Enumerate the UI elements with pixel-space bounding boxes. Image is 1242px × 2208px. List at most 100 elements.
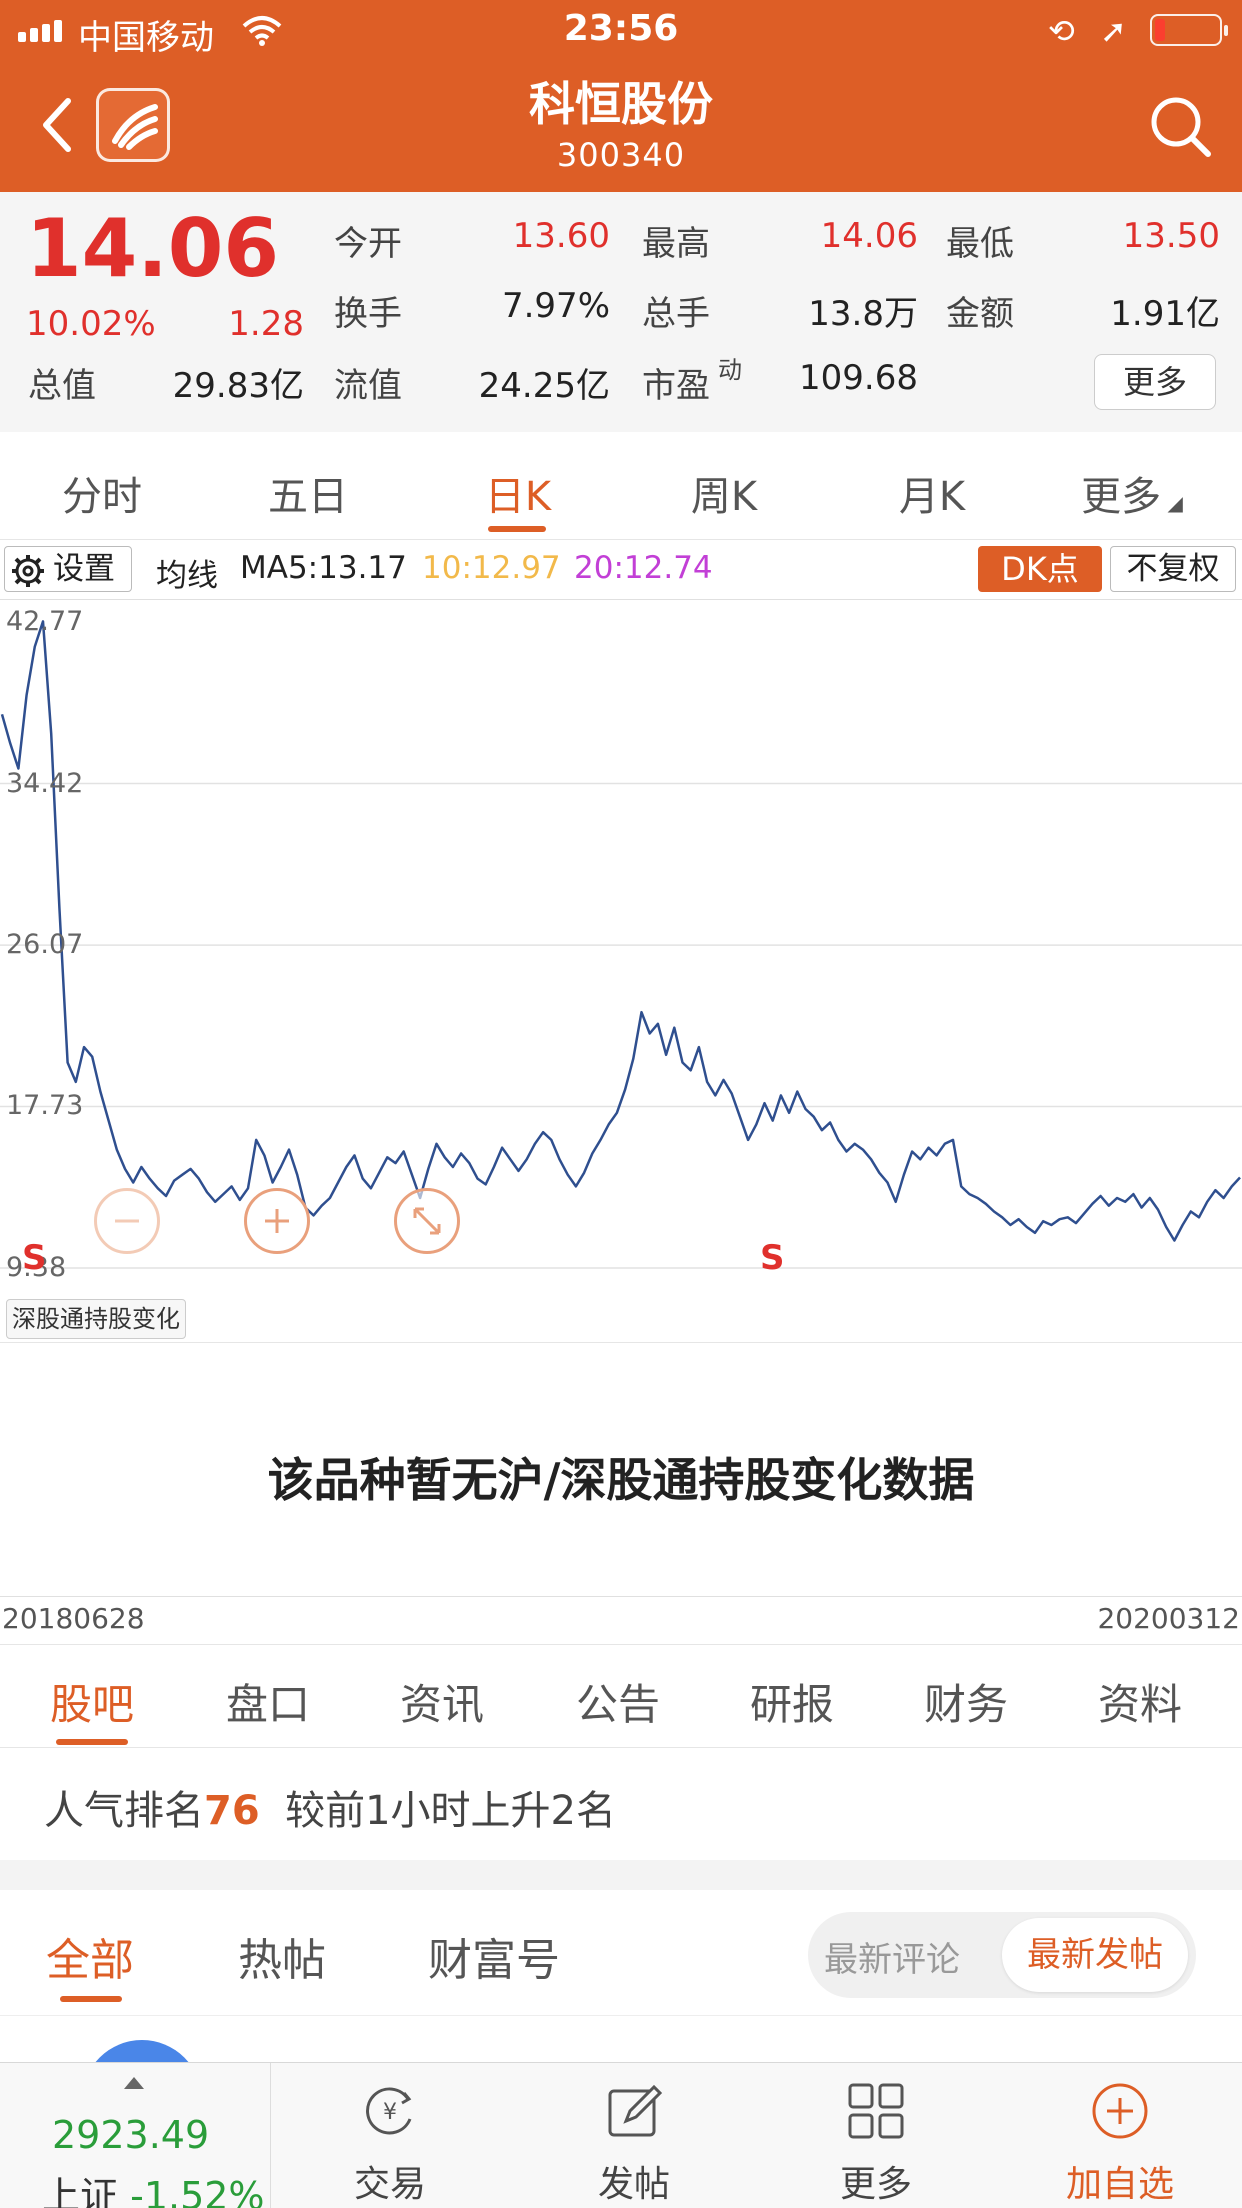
gear-icon bbox=[12, 555, 44, 587]
low-label: 最低 bbox=[946, 224, 1014, 264]
tab-announcements[interactable]: 公告 bbox=[576, 1671, 660, 1732]
post-button[interactable]: 发帖 bbox=[544, 2063, 724, 2208]
mktcap-label: 总值 bbox=[28, 366, 96, 406]
add-watchlist-label: 加自选 bbox=[1065, 2164, 1174, 2205]
tab-finance[interactable]: 财务 bbox=[924, 1671, 1008, 1732]
low-value: 13.50 bbox=[1122, 216, 1220, 256]
stock-code: 300340 bbox=[556, 136, 686, 174]
more-button[interactable]: 更多 bbox=[786, 2063, 966, 2208]
trade-button[interactable]: ¥ 交易 bbox=[300, 2063, 480, 2208]
tab-wealth-account[interactable]: 财富号 bbox=[428, 1924, 560, 1988]
ma5-value: MA5:13.17 bbox=[240, 550, 407, 586]
ma-indicator-bar: 设置 均线 MA5:13.17 10:12.97 20:12.74 DK点 不复… bbox=[0, 540, 1242, 600]
change-amount: 1.28 bbox=[228, 304, 304, 344]
y-tick-label: 17.73 bbox=[6, 1090, 84, 1122]
index-value[interactable]: 2923.49 bbox=[52, 2113, 209, 2157]
s-signal-mark: S bbox=[760, 1238, 785, 1278]
price-line bbox=[0, 620, 1241, 1242]
tab-hot-posts[interactable]: 热帖 bbox=[238, 1924, 326, 1988]
amount-value: 1.91亿 bbox=[1110, 294, 1220, 334]
volume-label: 总手 bbox=[642, 294, 710, 334]
plus-icon bbox=[265, 1209, 289, 1233]
open-label: 今开 bbox=[334, 224, 402, 264]
y-tick-label: 26.07 bbox=[6, 929, 84, 961]
trade-label: 交易 bbox=[353, 2164, 426, 2205]
mktcap-value: 29.83亿 bbox=[172, 366, 304, 406]
section-gap bbox=[0, 1860, 1242, 1890]
rank-number: 76 bbox=[204, 1788, 260, 1834]
period-tabs: 分时 五日 日K 周K 月K 更多 ◢ bbox=[0, 432, 1242, 540]
popularity-rank[interactable]: 人气排名76 较前1小时上升2名 bbox=[0, 1748, 1242, 1860]
index-label: 上证 bbox=[42, 2174, 119, 2208]
expand-up-icon[interactable] bbox=[124, 2077, 144, 2089]
pe-label: 市盈 bbox=[642, 366, 710, 406]
index-name[interactable]: 上证 -1.52% bbox=[42, 2165, 265, 2208]
location-icon: ➚ bbox=[1100, 12, 1127, 50]
tab-all[interactable]: 全部 bbox=[46, 1924, 134, 1988]
tab-guba[interactable]: 股吧 bbox=[50, 1671, 134, 1732]
adjust-mode-button[interactable]: 不复权 bbox=[1110, 546, 1236, 592]
tab-monthly-k[interactable]: 月K bbox=[852, 464, 1012, 522]
pe-value: 109.68 bbox=[799, 358, 918, 398]
minus-icon bbox=[115, 1219, 139, 1223]
grid-icon bbox=[848, 2083, 904, 2139]
quote-panel: 14.06 10.02% 1.28 今开 13.60 最高 14.06 最低 1… bbox=[0, 192, 1242, 432]
quote-more-button[interactable]: 更多 bbox=[1094, 354, 1216, 410]
kline-chart[interactable]: 42.77 34.42 26.07 17.73 9.38 S S 深股通持股变化 该品种… bbox=[0, 600, 1242, 1635]
price-chart-svg bbox=[0, 620, 1242, 1269]
ma10-value: 10:12.97 bbox=[422, 550, 561, 586]
divider bbox=[270, 2063, 271, 2208]
start-date: 20180628 bbox=[2, 1602, 145, 1635]
rank-text: 人气排名76 较前1小时上升2名 bbox=[44, 1778, 616, 1836]
bottom-bar: 2923.49 上证 -1.52% ¥ 交易 发帖 更多 加自选 bbox=[0, 2062, 1242, 2208]
ma-label: 均线 bbox=[156, 558, 218, 594]
zoom-in-button[interactable] bbox=[244, 1188, 310, 1254]
post-filter-tabs: 全部 热帖 财富号 最新评论 最新发帖 bbox=[0, 1890, 1242, 2016]
tab-intraday[interactable]: 分时 bbox=[22, 464, 182, 522]
tab-profile[interactable]: 资料 bbox=[1098, 1671, 1182, 1732]
tab-orderbook[interactable]: 盘口 bbox=[226, 1671, 310, 1732]
fullscreen-button[interactable] bbox=[394, 1188, 460, 1254]
y-tick-label: 42.77 bbox=[6, 606, 84, 637]
active-tab-indicator bbox=[488, 526, 546, 532]
tab-more-periods[interactable]: 更多 ◢ bbox=[1052, 464, 1212, 522]
tab-five-day[interactable]: 五日 bbox=[228, 464, 388, 522]
change-percent: 10.02% bbox=[26, 304, 156, 344]
active-tab-indicator bbox=[56, 1739, 128, 1745]
add-watchlist-button[interactable]: 加自选 bbox=[1030, 2063, 1210, 2208]
divider bbox=[0, 1596, 1242, 1597]
expand-icon bbox=[413, 1207, 441, 1235]
pe-dynamic-mark: 动 bbox=[718, 356, 742, 384]
index-change: -1.52% bbox=[130, 2174, 265, 2208]
sort-toggle: 最新评论 最新发帖 bbox=[808, 1912, 1196, 1998]
rank-suffix: 较前1小时上升2名 bbox=[285, 1788, 617, 1834]
info-tabs: 股吧 盘口 资讯 公告 研报 财务 资料 bbox=[0, 1644, 1242, 1748]
open-value: 13.60 bbox=[512, 216, 610, 256]
rotation-lock-icon: ⟲ bbox=[1048, 12, 1075, 50]
y-tick-label: 34.42 bbox=[6, 767, 84, 799]
chart-settings-button[interactable]: 设置 bbox=[4, 546, 132, 592]
ma20-value: 20:12.74 bbox=[574, 550, 713, 586]
turnover-value: 7.97% bbox=[501, 286, 610, 326]
sort-latest-comment[interactable]: 最新评论 bbox=[824, 1932, 960, 1981]
float-label: 流值 bbox=[334, 366, 402, 406]
tab-more-label: 更多 bbox=[1081, 474, 1162, 520]
tab-weekly-k[interactable]: 周K bbox=[644, 464, 804, 522]
search-icon[interactable] bbox=[1148, 94, 1214, 160]
svg-text:¥: ¥ bbox=[383, 2100, 397, 2125]
tab-news[interactable]: 资讯 bbox=[400, 1671, 484, 1732]
tab-daily-k[interactable]: 日K bbox=[438, 464, 598, 522]
float-value: 24.25亿 bbox=[478, 366, 610, 406]
stock-name: 科恒股份 bbox=[529, 77, 713, 131]
hk-connect-label[interactable]: 深股通持股变化 bbox=[6, 1299, 186, 1339]
high-label: 最高 bbox=[642, 224, 710, 264]
dropdown-corner-icon: ◢ bbox=[1161, 491, 1183, 515]
no-data-message: 该品种暂无沪/深股通持股变化数据 bbox=[267, 1453, 975, 1507]
dk-point-button[interactable]: DK点 bbox=[978, 546, 1102, 592]
high-value: 14.06 bbox=[820, 216, 918, 256]
sort-latest-post[interactable]: 最新发帖 bbox=[1002, 1918, 1188, 1992]
end-date: 20200312 bbox=[1097, 1602, 1240, 1635]
tab-research[interactable]: 研报 bbox=[750, 1671, 834, 1732]
zoom-out-button[interactable] bbox=[94, 1188, 160, 1254]
amount-label: 金额 bbox=[946, 294, 1014, 334]
